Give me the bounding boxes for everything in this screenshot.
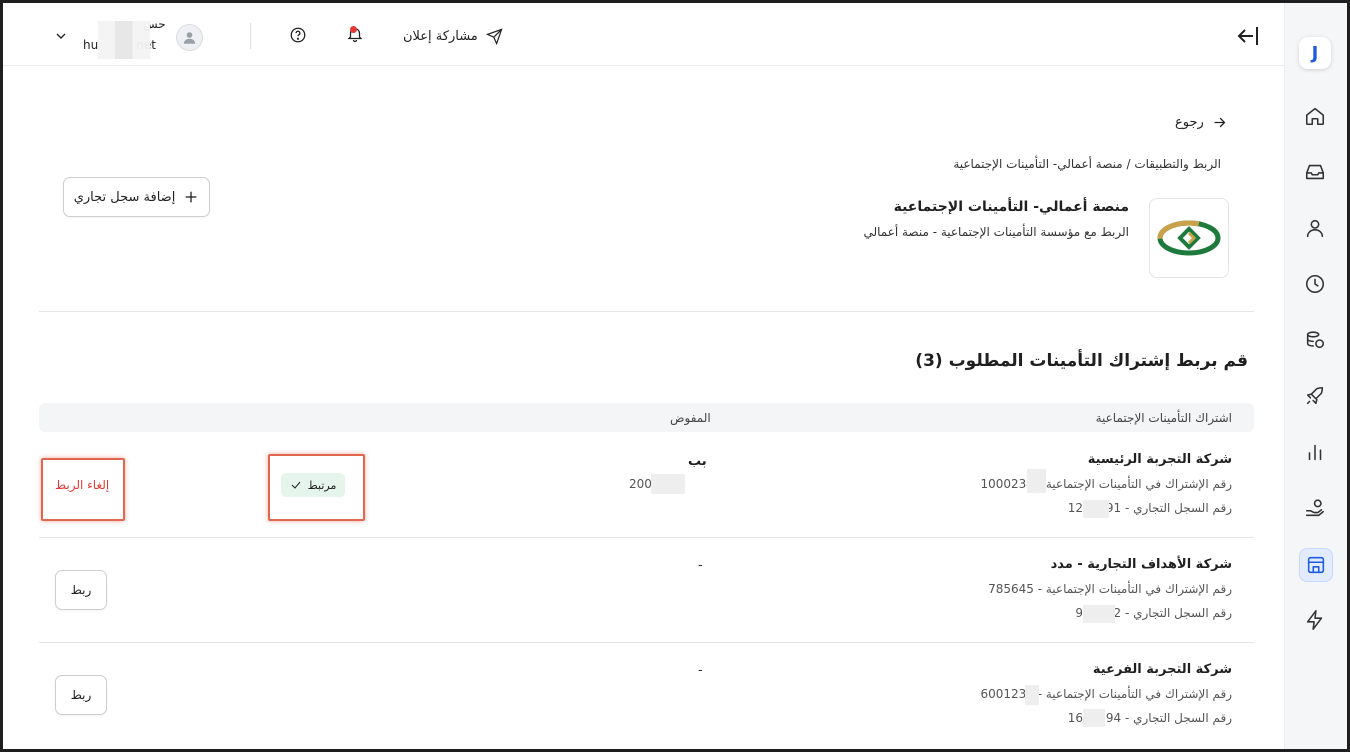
redaction-mask — [1027, 469, 1046, 493]
home-icon[interactable] — [1299, 100, 1331, 132]
user-avatar-icon — [183, 32, 196, 44]
table-header — [39, 403, 1254, 432]
redaction-mask — [1083, 500, 1109, 518]
send-icon — [485, 27, 503, 45]
redaction-mask — [98, 21, 150, 59]
section-title: قم بربط إشتراك التأمينات المطلوب (3) — [915, 351, 1248, 371]
inbox-icon[interactable] — [1299, 156, 1331, 188]
add-button-label: إضافة سجل تجاري — [73, 189, 176, 205]
app-subtitle: الربط مع مؤسسة التأمينات الإجتماعية - من… — [863, 225, 1129, 239]
delegate-empty: - — [698, 663, 703, 678]
store-icon[interactable] — [1299, 548, 1333, 582]
status-label: مرتبط — [307, 478, 337, 492]
collapse-sidebar-icon[interactable] — [1236, 24, 1260, 48]
subscription-number: رقم الإشتراك في التأمينات الإجتماعية - 7… — [988, 582, 1232, 596]
app-window: حس hunet مشاركة إعلان رجوع الربط والتطبي… — [0, 0, 1350, 752]
row-divider — [39, 642, 1254, 643]
divider — [250, 23, 251, 49]
hand-coin-icon[interactable] — [1299, 492, 1331, 524]
link-button[interactable]: ربط — [55, 570, 107, 610]
link-button[interactable]: ربط — [55, 675, 107, 715]
app-logo-icon[interactable]: J — [1299, 37, 1331, 69]
app-title: منصة أعمالي- التأمينات الإجتماعية — [893, 199, 1129, 215]
coins-icon[interactable] — [1299, 324, 1331, 356]
gosi-logo-icon — [1157, 220, 1221, 256]
notification-dot — [350, 26, 357, 33]
clock-icon[interactable] — [1299, 268, 1331, 300]
redaction-mask — [1083, 709, 1105, 727]
rocket-icon[interactable] — [1299, 380, 1331, 412]
share-ad-label: مشاركة إعلان — [403, 28, 478, 44]
redaction-mask — [1025, 685, 1039, 705]
divider — [39, 311, 1254, 312]
topbar: حس hunet مشاركة إعلان — [3, 3, 1285, 66]
row-divider — [39, 537, 1254, 538]
bar-chart-icon[interactable] — [1299, 436, 1331, 468]
user-email-prefix: hu — [83, 38, 99, 52]
user-icon[interactable] — [1299, 212, 1331, 244]
delegate-name: بب — [688, 454, 707, 469]
add-commercial-record-button[interactable]: إضافة سجل تجاري — [63, 177, 210, 217]
back-link[interactable]: رجوع — [1175, 115, 1227, 130]
redaction-mask — [1083, 605, 1115, 623]
breadcrumb: الربط والتطبيقات / منصة أعمالي- التأمينا… — [953, 157, 1221, 171]
company-name: شركة التجربة الفرعية — [1092, 662, 1232, 677]
redaction-mask — [651, 474, 685, 494]
bell-icon[interactable] — [346, 25, 368, 47]
share-ad-button[interactable]: مشاركة إعلان — [403, 25, 503, 47]
check-icon — [291, 481, 300, 489]
header-delegate: المفوض — [670, 411, 711, 425]
unlink-button[interactable]: إلغاء الربط — [55, 478, 109, 492]
avatar[interactable] — [176, 24, 203, 51]
chevron-down-icon[interactable] — [53, 28, 71, 46]
sidebar: J — [1284, 3, 1347, 749]
subscription-number: رقم الإشتراك في التأمينات الإجتماعية - 6… — [980, 687, 1232, 701]
subscription-number: رقم الإشتراك في التأمينات الإجتماعية - 1… — [980, 477, 1232, 491]
status-badge: مرتبط — [281, 473, 345, 497]
arrow-right-icon — [1214, 117, 1226, 128]
company-name: شركة التجربة الرئيسية — [1087, 452, 1232, 467]
lightning-icon[interactable] — [1299, 604, 1331, 636]
app-logo — [1149, 198, 1229, 278]
help-icon[interactable] — [289, 26, 307, 44]
delegate-empty: - — [698, 558, 703, 573]
company-name: شركة الأهداف التجارية - مدد — [1050, 557, 1232, 572]
header-subscription: اشتراك التأمينات الإجتماعية — [1095, 411, 1232, 425]
plus-icon — [185, 191, 197, 203]
back-label: رجوع — [1175, 115, 1204, 130]
